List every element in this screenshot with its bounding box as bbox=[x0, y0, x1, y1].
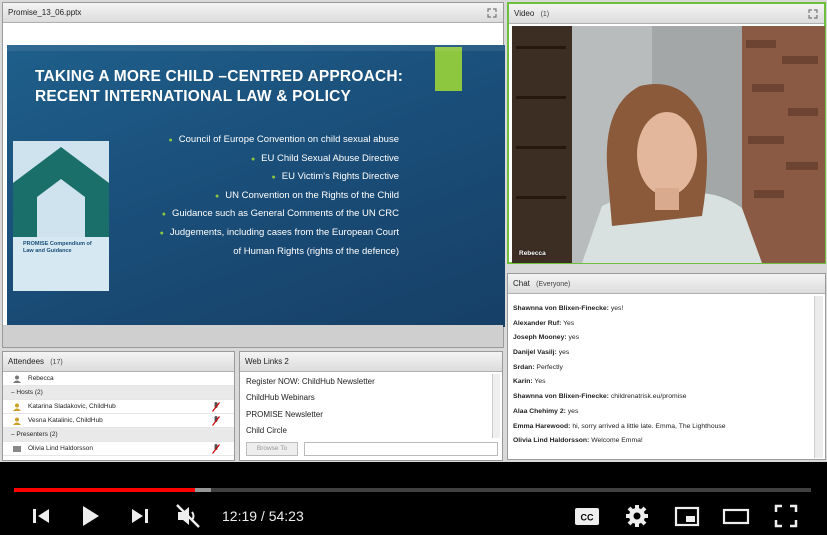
slide-bullet-continuation: of Human Rights (rights of the defence) bbox=[233, 245, 399, 257]
weblink-item[interactable]: ChildHub Webinars bbox=[246, 390, 492, 406]
slide-bullet: ● EU Child Sexual Abuse Directive bbox=[250, 152, 399, 164]
theater-icon[interactable] bbox=[722, 502, 750, 530]
settings-icon[interactable] bbox=[623, 502, 651, 530]
subtitles-icon[interactable]: CC bbox=[573, 502, 601, 530]
fullscreen-icon[interactable] bbox=[772, 502, 800, 530]
chat-message: Alaa Chehimy 2: yes bbox=[513, 407, 579, 415]
fullscreen-pod-icon[interactable] bbox=[487, 8, 497, 18]
attendee-presenter[interactable]: Olivia Lind Haldorsson bbox=[3, 442, 234, 456]
miniplayer-icon[interactable] bbox=[673, 502, 701, 530]
chat-message: Shawnna von Blixen-Finecke: childrenatri… bbox=[513, 393, 687, 401]
user-status-icon bbox=[13, 375, 21, 383]
prev-icon[interactable] bbox=[27, 502, 55, 530]
slide-bullet: ● Judgements, including cases from the Eu… bbox=[159, 226, 399, 238]
progress-bar[interactable] bbox=[14, 488, 811, 492]
attendee-host[interactable]: Vesna Katalinic, ChildHub bbox=[3, 414, 234, 428]
svg-text:CC: CC bbox=[581, 513, 594, 523]
slide-bullet: ● Council of Europe Convention on child s… bbox=[168, 134, 399, 145]
duration: 54:23 bbox=[268, 508, 304, 524]
time-separator: / bbox=[257, 508, 269, 524]
chat-message-list: Shawnna von Blixen-Finecke: yes! Alexand… bbox=[513, 302, 811, 449]
slide-bullet: ● EU Victim's Rights Directive bbox=[271, 171, 399, 183]
chat-message: Joseph Mooney: yes bbox=[513, 334, 580, 342]
attendees-pod: Attendees (17) Rebecca – Hosts (2) Katar… bbox=[2, 351, 235, 461]
chat-scrollbar[interactable] bbox=[814, 296, 823, 458]
chat-message: Shawnna von Blixen-Finecke: yes! bbox=[513, 305, 624, 312]
weblinks-pod: Web Links 2 Register NOW: ChildHub Newsl… bbox=[239, 351, 503, 461]
video-pod-title: Video bbox=[514, 9, 535, 18]
presenters-group-header[interactable]: – Presenters (2) bbox=[3, 428, 234, 442]
chat-message: Emma Harewood: hi, sorry arrived a littl… bbox=[513, 422, 726, 430]
webcam-feed: Rebecca bbox=[512, 26, 825, 263]
slide-title: TAKING A MORE CHILD –CENTRED APPROACH: R… bbox=[35, 68, 404, 105]
chat-message: Danijel Vasilj: yes bbox=[513, 349, 570, 357]
chat-message: Olivia Lind Haldorsson: Welcome Emma! bbox=[513, 437, 643, 445]
current-time: 12:19 bbox=[222, 508, 258, 524]
share-pod-header: Promise_13_06.pptx bbox=[3, 3, 503, 23]
fullscreen-pod-icon[interactable] bbox=[808, 9, 818, 19]
weblinks-scrollbar[interactable] bbox=[492, 374, 500, 438]
share-pod: Promise_13_06.pptx TAKING A MORE CHILD –… bbox=[2, 2, 505, 348]
video-pod-header: Video (1) bbox=[509, 4, 824, 24]
presenter-icon bbox=[13, 446, 21, 452]
adobe-connect-room: Promise_13_06.pptx TAKING A MORE CHILD –… bbox=[0, 0, 827, 462]
progress-played bbox=[14, 488, 195, 492]
slide-bullet: ● UN Convention on the Rights of the Chil… bbox=[215, 189, 399, 201]
microphone-icon bbox=[212, 416, 220, 426]
playback-time: 12:19 / 54:23 bbox=[222, 508, 304, 524]
weblink-url-field[interactable] bbox=[304, 442, 498, 456]
attendees-count: (17) bbox=[50, 359, 63, 366]
video-speaker-name: Rebecca bbox=[519, 250, 546, 257]
attendees-pod-header: Attendees (17) bbox=[3, 352, 234, 372]
next-icon[interactable] bbox=[126, 502, 154, 530]
weblinks-title: Web Links 2 bbox=[245, 357, 289, 366]
share-filename: Promise_13_06.pptx bbox=[8, 8, 82, 17]
weblink-item[interactable]: Child Circle bbox=[246, 423, 492, 439]
presentation-slide: TAKING A MORE CHILD –CENTRED APPROACH: R… bbox=[7, 45, 505, 327]
host-icon bbox=[13, 403, 21, 411]
slide-accent-block bbox=[435, 47, 462, 91]
browse-to-button[interactable]: Browse To bbox=[246, 442, 298, 456]
attendee-host[interactable]: Katarina Sladakovic, ChildHub bbox=[3, 400, 234, 414]
chat-scope: (Everyone) bbox=[536, 281, 571, 288]
chat-title: Chat bbox=[513, 279, 530, 288]
book-title: PROMISE Compendium of Law and Guidance bbox=[23, 241, 92, 254]
webcam-image bbox=[512, 26, 825, 263]
chat-message: Alexander Ruf: Yes bbox=[513, 319, 575, 327]
chat-message: Srdan: Perfectly bbox=[513, 363, 563, 371]
microphone-icon bbox=[212, 402, 220, 412]
video-pod: Video (1) Rebecca bbox=[507, 2, 826, 264]
mute-icon[interactable] bbox=[174, 502, 202, 530]
share-pod-footer bbox=[3, 325, 503, 347]
video-player-controls: 12:19 / 54:23 CC bbox=[0, 462, 827, 535]
weblinks-list: Register NOW: ChildHub Newsletter ChildH… bbox=[246, 374, 492, 439]
attendees-title: Attendees bbox=[8, 357, 45, 366]
chat-pod: Chat (Everyone) Shawnna von Blixen-Finec… bbox=[507, 273, 826, 460]
slide-bullet: ● Guidance such as General Comments of th… bbox=[161, 208, 399, 220]
video-count: (1) bbox=[540, 11, 550, 18]
host-icon bbox=[13, 417, 21, 425]
weblinks-pod-header: Web Links 2 bbox=[240, 352, 502, 372]
chat-pod-header: Chat (Everyone) bbox=[508, 274, 825, 294]
weblink-item[interactable]: Register NOW: ChildHub Newsletter bbox=[246, 374, 492, 390]
slide-bullets: ● Council of Europe Convention on child s… bbox=[129, 131, 399, 260]
compendium-book-image: PROMISE Compendium of Law and Guidance bbox=[13, 141, 109, 291]
chat-message: Karin: Yes bbox=[513, 378, 546, 386]
hosts-group-header[interactable]: – Hosts (2) bbox=[3, 386, 234, 400]
attendee-self[interactable]: Rebecca bbox=[3, 372, 234, 386]
weblink-item[interactable]: PROMISE Newsletter bbox=[246, 407, 492, 423]
microphone-icon bbox=[212, 444, 220, 454]
play-icon[interactable] bbox=[76, 502, 104, 530]
